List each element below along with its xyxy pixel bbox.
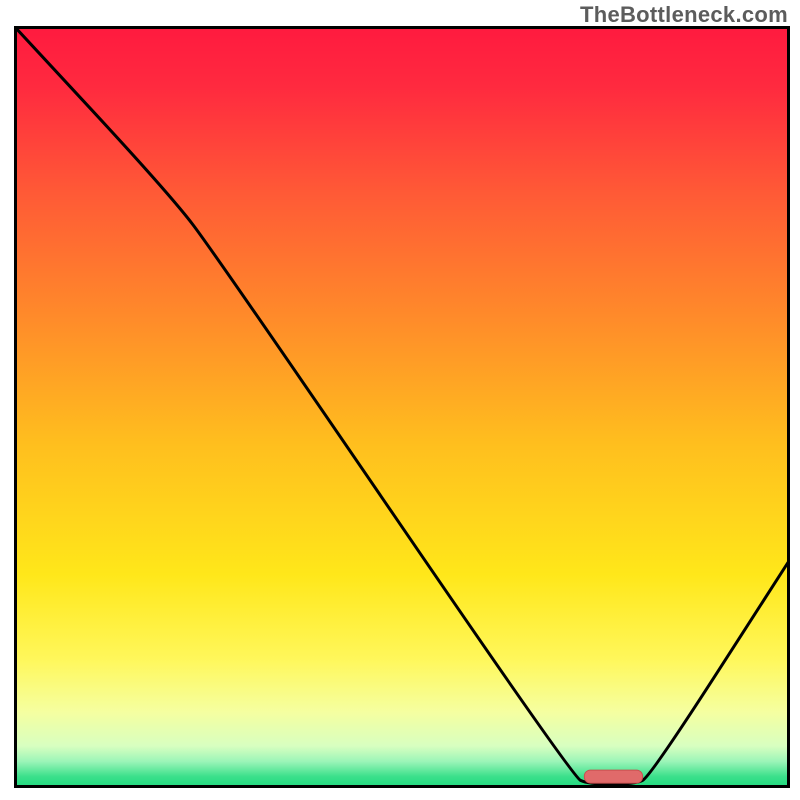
gradient-background — [14, 26, 790, 788]
attribution-label: TheBottleneck.com — [580, 2, 788, 28]
chart-wrapper: TheBottleneck.com — [0, 0, 800, 800]
chart-svg — [14, 26, 790, 788]
chart-plot — [14, 26, 790, 788]
optimal-marker — [584, 770, 642, 783]
